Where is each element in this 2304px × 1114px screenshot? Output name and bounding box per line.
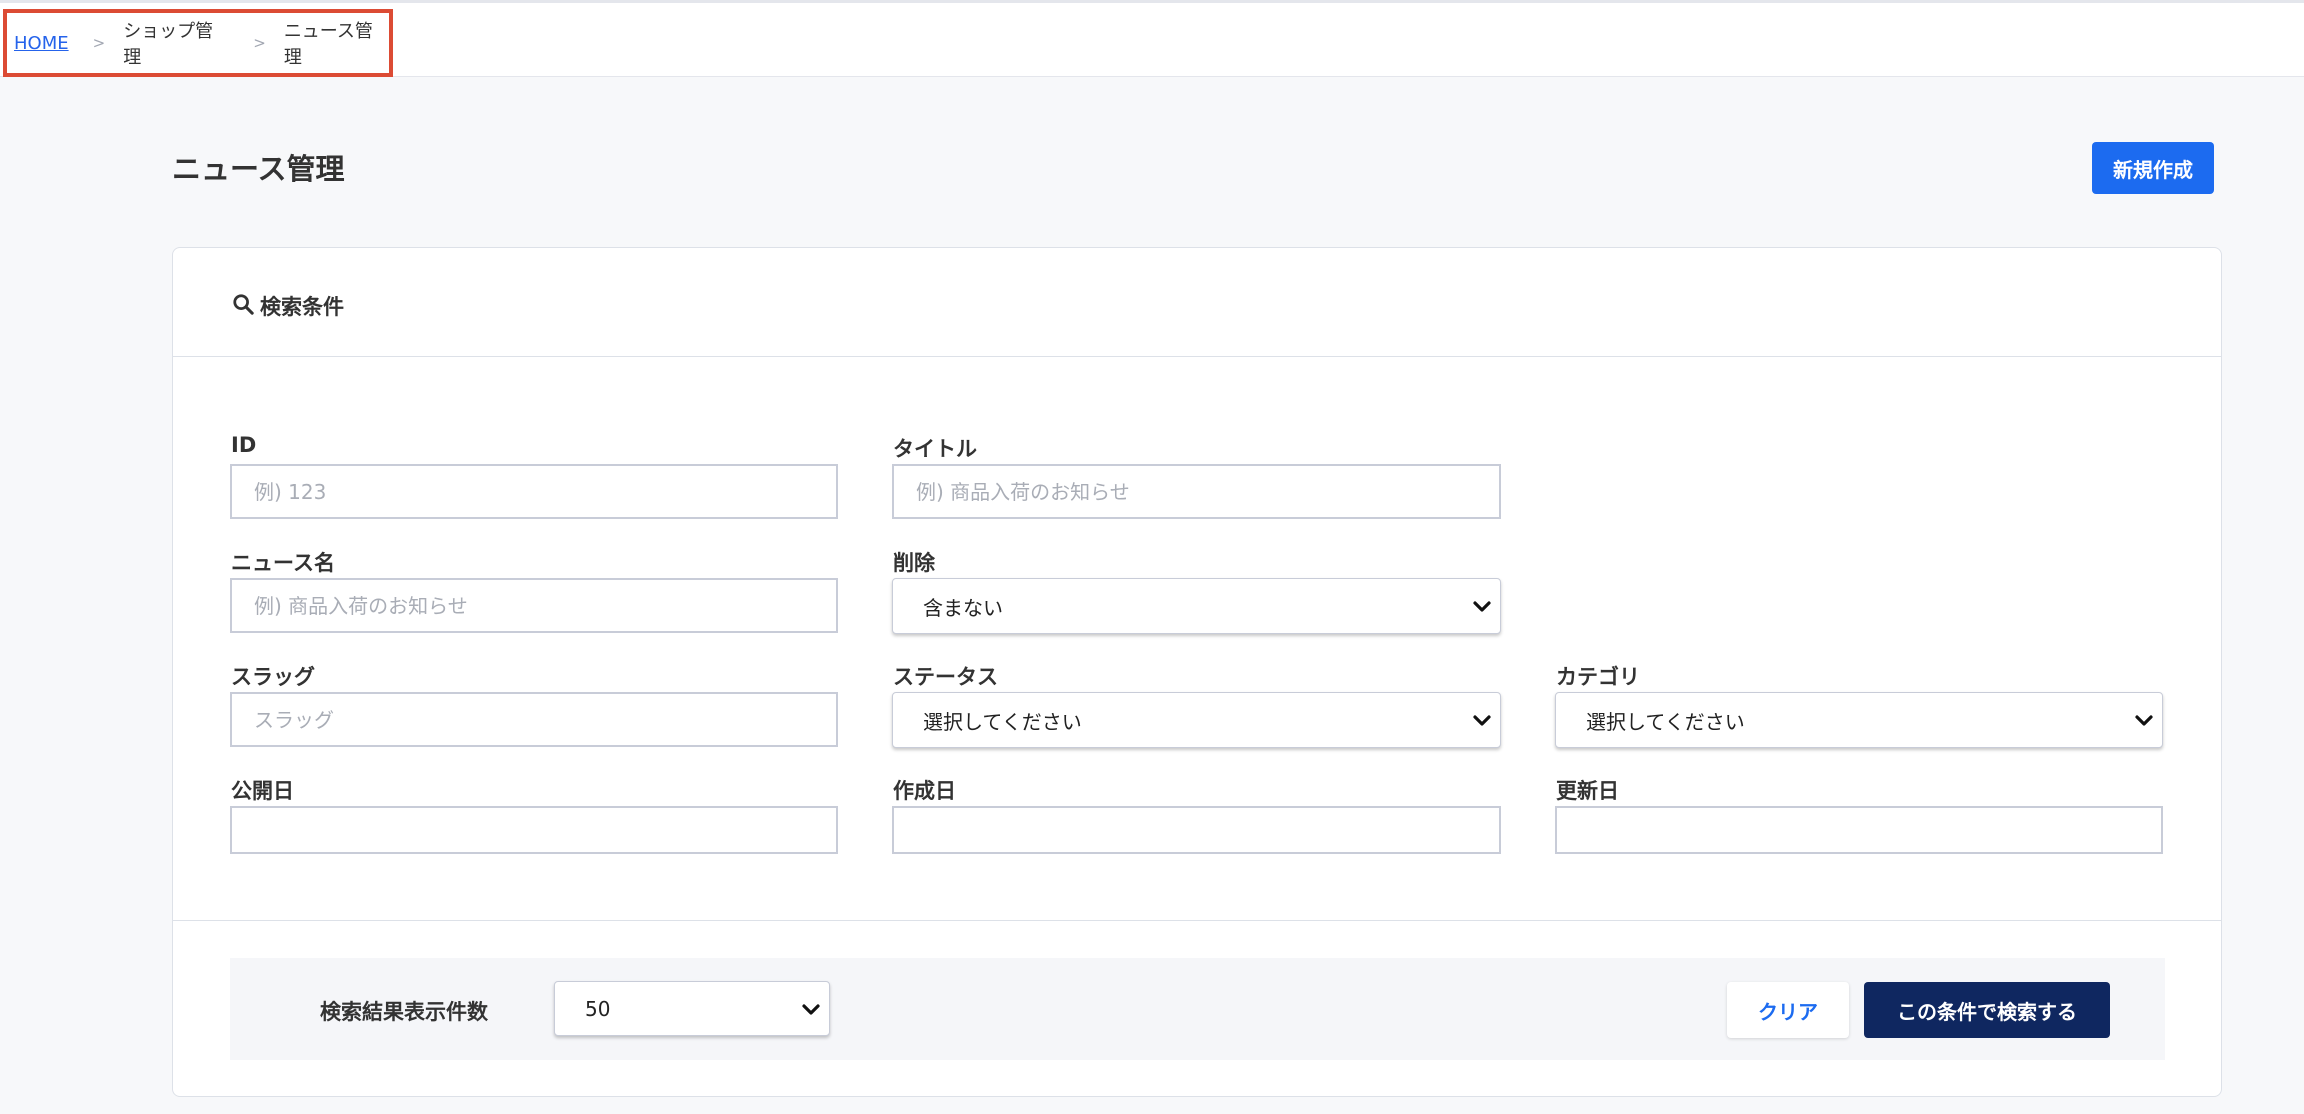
category-select-value: 選択してください [1586, 709, 1745, 734]
per-page-select[interactable]: 50 [554, 981, 830, 1036]
breadcrumb-item-news-management: ニュース管理 [283, 21, 373, 68]
deleted-label: 削除 [893, 551, 935, 575]
per-page-select-value: 50 [585, 996, 611, 1021]
status-label: ステータス [893, 665, 998, 689]
breadcrumb-separator: > [253, 34, 266, 52]
search-icon [233, 294, 254, 315]
chevron-down-icon [802, 1004, 820, 1015]
updated-date-input[interactable] [1555, 806, 2163, 854]
breadcrumb-bar: HOME > ショップ管理 > ニュース管理 [0, 3, 2304, 77]
news-name-input[interactable] [230, 578, 838, 633]
page-title: ニュース管理 [172, 152, 345, 186]
breadcrumb-home-link[interactable]: HOME [14, 33, 69, 54]
status-select[interactable]: 選択してください [892, 692, 1501, 748]
search-submit-button[interactable]: この条件で検索する [1864, 982, 2110, 1038]
created-date-input[interactable] [892, 806, 1501, 854]
search-panel-title: 検索条件 [260, 295, 344, 319]
chevron-down-icon [1473, 601, 1491, 612]
id-label: ID [231, 433, 257, 457]
chevron-down-icon [1473, 715, 1491, 726]
updated-date-label: 更新日 [1556, 779, 1619, 803]
slug-label: スラッグ [231, 665, 315, 689]
created-date-label: 作成日 [893, 779, 956, 803]
breadcrumb-item-shop-management[interactable]: ショップ管理 [123, 17, 229, 69]
news-name-label: ニュース名 [231, 551, 335, 575]
panel-divider [173, 920, 2221, 921]
status-select-value: 選択してください [923, 709, 1082, 734]
search-actions-bar: 検索結果表示件数 50 クリア この条件で検索する [230, 958, 2165, 1060]
published-date-label: 公開日 [231, 779, 294, 803]
deleted-select[interactable]: 含まない [892, 578, 1501, 634]
new-create-button[interactable]: 新規作成 [2092, 142, 2214, 194]
published-date-input[interactable] [230, 806, 838, 854]
search-panel-header: 検索条件 [173, 248, 2221, 357]
deleted-select-value: 含まない [923, 595, 1003, 620]
title-label: タイトル [893, 437, 977, 461]
id-input[interactable] [230, 464, 838, 519]
category-label: カテゴリ [1556, 665, 1640, 689]
search-panel: 検索条件 ID タイトル ニュース名 削除 含まない スラッグ ステータス 選択… [172, 247, 2222, 1097]
breadcrumb-separator: > [92, 34, 106, 52]
clear-button[interactable]: クリア [1727, 982, 1849, 1038]
slug-input[interactable] [230, 692, 838, 747]
breadcrumb: HOME > ショップ管理 > ニュース管理 [3, 9, 393, 77]
category-select[interactable]: 選択してください [1555, 692, 2163, 748]
title-input[interactable] [892, 464, 1501, 519]
chevron-down-icon [2135, 715, 2153, 726]
per-page-label: 検索結果表示件数 [320, 1000, 488, 1024]
